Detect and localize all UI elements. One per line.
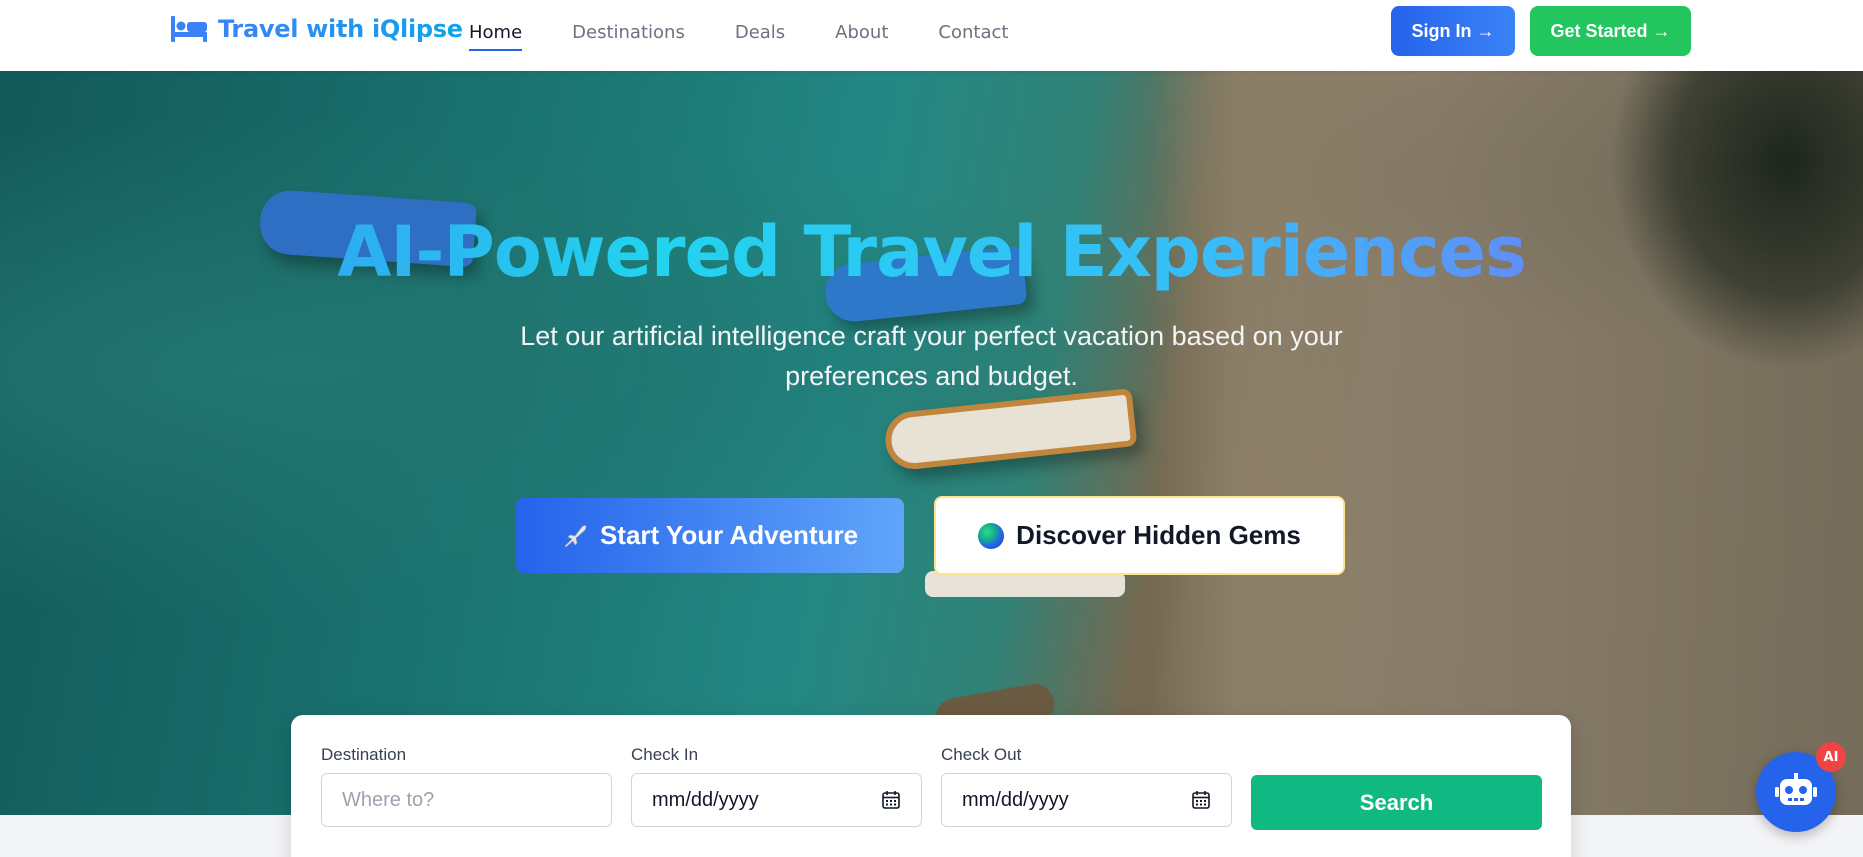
hero-boat <box>882 388 1138 472</box>
checkin-value: mm/dd/yyyy <box>652 788 759 811</box>
checkout-value: mm/dd/yyyy <box>962 788 1069 811</box>
brand-logo[interactable]: Travel with iQlipse <box>170 14 463 44</box>
get-started-button[interactable]: Get Started → <box>1530 6 1691 56</box>
top-navbar: Travel with iQlipse Home Destinations De… <box>0 0 1863 71</box>
search-card: Destination Check In mm/dd/yyyy Check Ou… <box>291 715 1571 857</box>
checkout-field: Check Out mm/dd/yyyy <box>941 745 1232 827</box>
robot-icon <box>1775 773 1817 805</box>
sign-in-button[interactable]: Sign In → <box>1391 6 1515 56</box>
checkin-field: Check In mm/dd/yyyy <box>631 745 922 827</box>
bed-icon <box>171 16 207 42</box>
checkin-input[interactable]: mm/dd/yyyy <box>631 773 922 827</box>
destination-field: Destination <box>321 745 612 827</box>
destination-label: Destination <box>321 745 407 764</box>
start-adventure-label: Start Your Adventure <box>599 520 859 550</box>
nav-link-contact[interactable]: Contact <box>938 22 1008 51</box>
nav-link-home[interactable]: Home <box>469 22 523 51</box>
calendar-icon[interactable] <box>881 790 901 810</box>
checkout-input[interactable]: mm/dd/yyyy <box>941 773 1232 827</box>
checkout-label: Check Out <box>941 745 1022 764</box>
nav-link-deals[interactable]: Deals <box>735 22 785 51</box>
search-button[interactable]: Search <box>1251 775 1542 830</box>
airplane-icon <box>564 524 587 547</box>
nav-link-about[interactable]: About <box>835 22 888 51</box>
hero-subtitle: Let our artificial intelligence craft yo… <box>520 321 1343 391</box>
discover-gems-button[interactable]: Discover Hidden Gems <box>934 496 1345 575</box>
start-adventure-button[interactable]: Start Your Adventure <box>516 498 904 573</box>
calendar-icon[interactable] <box>1191 790 1211 810</box>
hero-title: AI-Powered Travel Experiences <box>0 211 1863 293</box>
brand-name: Travel with iQlipse <box>218 15 463 43</box>
chatbot-badge: AI <box>1816 742 1846 772</box>
checkin-label: Check In <box>631 745 699 764</box>
nav-link-destinations[interactable]: Destinations <box>572 22 685 51</box>
discover-gems-label: Discover Hidden Gems <box>1016 520 1301 550</box>
globe-icon <box>978 522 1005 549</box>
hero-section: AI-Powered Travel Experiences Let our ar… <box>0 71 1863 815</box>
nav-links: Home Destinations Deals About Contact <box>469 22 1058 51</box>
destination-input[interactable] <box>342 788 591 812</box>
